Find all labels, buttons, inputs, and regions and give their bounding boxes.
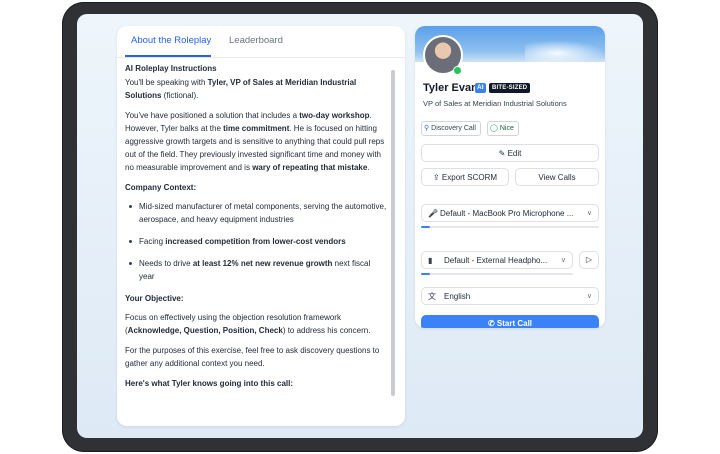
tyler-knows-heading: Here's what Tyler knows going into this … (125, 379, 294, 388)
app-screen: About the Roleplay Leaderboard AI Rolepl… (77, 14, 643, 438)
ai-badge: AI (475, 83, 486, 93)
objective-framework: Acknowledge, Question, Position, Check (127, 326, 283, 335)
tab-leaderboard[interactable]: Leaderboard (229, 35, 283, 46)
intro-end: (fictional). (161, 91, 199, 100)
online-status-dot (453, 66, 462, 75)
persona-role: VP of Sales at Meridian Industrial Solut… (423, 99, 567, 108)
tag-label: Nice (499, 125, 514, 132)
chevron-down-icon: ∨ (560, 257, 566, 264)
bite-sized-badge: BITE-SIZED (489, 83, 531, 93)
start-call-label: Start Call (496, 319, 533, 328)
speaker-value: Default - External Headpho... (444, 256, 548, 265)
company-context-list: Mid-sized manufacturer of metal componen… (125, 200, 387, 283)
bullet-text: Needs to drive (139, 259, 193, 268)
tab-about-the-roleplay[interactable]: About the Roleplay (131, 35, 211, 46)
speaker-icon: ▮ (428, 256, 433, 265)
scenario-bold-3: wary of repeating that mistake (252, 163, 368, 172)
roleplay-details-panel: About the Roleplay Leaderboard AI Rolepl… (117, 26, 405, 426)
instructions-content: AI Roleplay Instructions You'll be speak… (125, 62, 387, 422)
objective-paragraph: Focus on effectively using the objection… (125, 311, 387, 337)
microphone-level-meter (421, 226, 599, 228)
view-calls-button[interactable]: View Calls (515, 168, 599, 186)
microphone-icon: 🎤 (428, 209, 438, 218)
objective-text-end: ) to address his concern. (282, 326, 371, 335)
list-item: Needs to drive at least 12% net new reve… (129, 257, 387, 283)
thumbs-up-icon: ◯ (490, 125, 498, 132)
edit-button[interactable]: ✎ Edit (421, 144, 599, 162)
list-item: Facing increased competition from lower-… (129, 235, 387, 248)
play-test-sound-button[interactable]: ▷ (579, 251, 599, 269)
chevron-down-icon: ∨ (586, 293, 592, 300)
export-label: Export SCORM (441, 173, 498, 182)
search-icon: ⚲ (424, 125, 430, 132)
phone-icon: ✆ (487, 319, 495, 328)
edit-label: Edit (507, 149, 522, 158)
scenario-bold-1: two-day workshop (299, 111, 370, 120)
microphone-value: Default - MacBook Pro Microphone ... (440, 209, 574, 218)
intro-paragraph: You'll be speaking with Tyler, VP of Sal… (125, 76, 387, 102)
scenario-text-4: . (367, 163, 370, 172)
translate-icon: 文 (428, 292, 436, 301)
microphone-select[interactable]: 🎤 Default - MacBook Pro Microphone ... ∨ (421, 204, 599, 222)
bullet-bold: at least 12% net new revenue growth (192, 259, 333, 268)
speaker-select[interactable]: ▮ Default - External Headpho... ∨ (421, 251, 573, 269)
purposes-paragraph: For the purposes of this exercise, feel … (125, 346, 380, 368)
tag-discovery-call: ⚲ Discovery Call (421, 121, 481, 136)
scenario-text-1: You've have positioned a solution that i… (125, 111, 300, 120)
microphone-level-fill (421, 226, 430, 228)
tag-label: Discovery Call (431, 125, 476, 132)
intro-text: You'll be speaking with (125, 78, 208, 87)
active-tab-indicator (125, 55, 211, 57)
list-item: Mid-sized manufacturer of metal componen… (129, 202, 387, 224)
speaker-level-meter (421, 273, 573, 275)
company-context-heading: Company Context: (125, 183, 197, 192)
export-scorm-button[interactable]: ⇪ Export SCORM (421, 168, 509, 186)
start-call-button[interactable]: ✆ Start Call (421, 315, 599, 328)
scenario-bold-2: time commitment (223, 124, 290, 133)
language-value: English (444, 292, 471, 301)
objective-heading: Your Objective: (125, 294, 184, 303)
bullet-text: Facing (139, 237, 166, 246)
play-icon: ▷ (585, 255, 593, 264)
bullet-bold: increased competition from lower-cost ve… (165, 237, 346, 246)
tag-nice: ◯ Nice (487, 121, 519, 136)
persona-card: Tyler Evans AI BITE-SIZED VP of Sales at… (415, 26, 605, 328)
scenario-paragraph: You've have positioned a solution that i… (125, 109, 387, 174)
speaker-level-fill (421, 273, 431, 275)
tab-bar: About the Roleplay Leaderboard (117, 26, 405, 58)
content-scrollbar[interactable] (391, 70, 395, 396)
edit-icon: ✎ (498, 149, 506, 158)
language-select[interactable]: 文 English ∨ (421, 287, 599, 305)
instructions-heading: AI Roleplay Instructions (125, 64, 217, 73)
export-icon: ⇪ (432, 173, 440, 182)
chevron-down-icon: ∨ (586, 210, 592, 217)
